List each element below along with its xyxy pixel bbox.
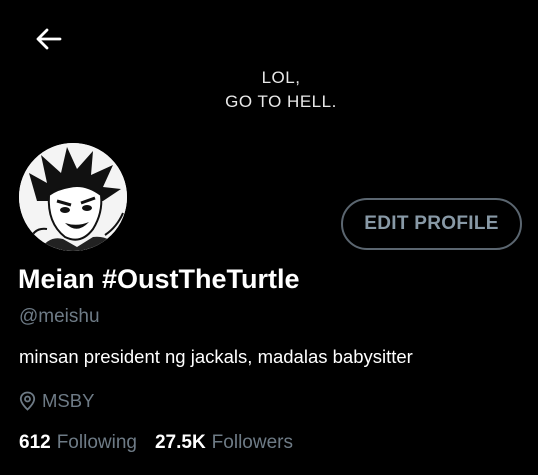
profile-banner: LOL, GO TO HELL.: [0, 0, 538, 158]
following-count: 612: [19, 432, 51, 453]
followers-label: Followers: [211, 432, 293, 453]
profile-bio: minsan president ng jackals, madalas bab…: [19, 346, 413, 367]
profile-page: LOL, GO TO HELL. EDIT PROFILE Meian #Ous…: [0, 0, 538, 475]
arrow-left-icon: [36, 28, 62, 50]
following-stat[interactable]: 612 Following: [19, 432, 137, 454]
username-handle: @meishu: [19, 306, 100, 327]
banner-line-1: LOL,: [261, 68, 301, 87]
location-text: MSBY: [42, 390, 95, 411]
follow-stats: 612 Following 27.5K Followers: [19, 432, 293, 454]
followers-count: 27.5K: [154, 432, 206, 453]
avatar-illustration: [19, 143, 127, 251]
banner-text: LOL, GO TO HELL.: [0, 66, 538, 114]
display-name: Meian #OustTheTurtle: [18, 264, 300, 294]
following-label: Following: [56, 432, 137, 453]
profile-location: MSBY: [19, 390, 94, 412]
avatar[interactable]: [16, 140, 130, 254]
followers-stat[interactable]: 27.5K Followers: [155, 432, 293, 454]
location-pin-icon: [19, 391, 36, 411]
back-button[interactable]: [30, 24, 66, 54]
edit-profile-button[interactable]: EDIT PROFILE: [341, 198, 522, 250]
banner-line-2: GO TO HELL.: [225, 92, 337, 111]
